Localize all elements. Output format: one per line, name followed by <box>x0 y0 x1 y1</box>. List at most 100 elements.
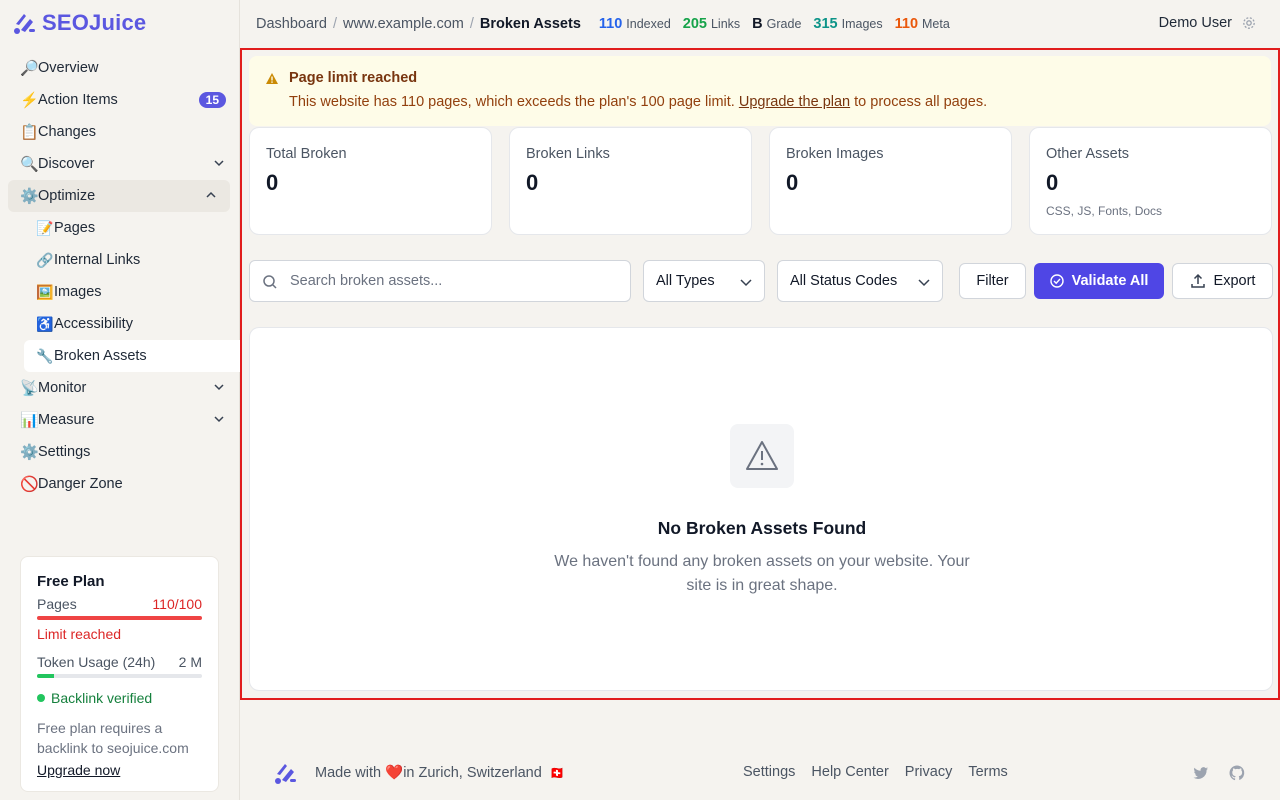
validate-all-label: Validate All <box>1071 273 1149 289</box>
status-code-select[interactable]: All Status Codes <box>777 260 943 302</box>
status-dot-icon <box>37 694 45 702</box>
breadcrumb: Dashboard / www.example.com / Broken Ass… <box>256 16 581 32</box>
footer-link-settings[interactable]: Settings <box>743 764 795 780</box>
swiss-flag-icon: 🇨🇭 <box>549 766 565 780</box>
card-value: 0 <box>526 170 539 195</box>
sidebar-item-settings[interactable]: ⚙️ Settings <box>8 436 238 468</box>
card-value: 0 <box>1046 170 1059 195</box>
sidebar-item-label: Measure <box>38 412 95 428</box>
sidebar-item-action-items[interactable]: ⚡ Action Items 15 <box>8 84 238 116</box>
breadcrumb-dashboard[interactable]: Dashboard <box>256 16 327 32</box>
sidebar-item-pages[interactable]: 📝 Pages <box>36 212 238 244</box>
sidebar-item-accessibility[interactable]: ♿ Accessibility <box>36 308 238 340</box>
footer-link-privacy[interactable]: Privacy <box>905 764 953 780</box>
page-limit-alert: Page limit reached This website has 110 … <box>249 56 1271 126</box>
chevron-down-icon <box>918 279 930 287</box>
footer: Made with ❤️in Zurich, Switzerland 🇨🇭 Se… <box>240 740 1280 800</box>
type-select[interactable]: All Types <box>643 260 765 302</box>
card-label: Broken Images <box>786 146 884 162</box>
stat-value: 110 <box>894 16 919 32</box>
pages-progress-bar <box>37 616 202 620</box>
card-label: Other Assets <box>1046 146 1130 162</box>
search-icon: 🔍 <box>20 156 39 173</box>
warning-triangle-icon <box>746 441 778 470</box>
card-label: Broken Links <box>526 146 610 162</box>
magnifier-icon: 🔎 <box>20 60 39 77</box>
sidebar-item-images[interactable]: 🖼️ Images <box>36 276 238 308</box>
brand-logo[interactable]: SEOJuice <box>12 10 146 36</box>
lightning-icon: ⚡ <box>20 92 39 109</box>
breadcrumb-site[interactable]: www.example.com <box>343 16 464 32</box>
sidebar-item-changes[interactable]: 📋 Changes <box>8 116 238 148</box>
stat-label: Meta <box>922 17 950 31</box>
card-hint: CSS, JS, Fonts, Docs <box>1046 204 1163 218</box>
sidebar-item-monitor[interactable]: 📡 Monitor <box>8 372 238 404</box>
pages-progress-fill <box>37 616 202 620</box>
bar-chart-icon: 📊 <box>20 412 39 429</box>
settings-gear-icon[interactable] <box>1242 16 1256 30</box>
image-icon: 🖼️ <box>36 283 54 300</box>
sidebar-item-danger-zone[interactable]: 🚫 Danger Zone <box>8 468 238 500</box>
token-usage-label: Token Usage (24h) <box>37 654 156 670</box>
clipboard-icon: 📋 <box>20 124 39 141</box>
sidebar-item-internal-links[interactable]: 🔗 Internal Links <box>36 244 238 276</box>
upgrade-plan-link[interactable]: Upgrade the plan <box>739 94 850 110</box>
sidebar-item-discover[interactable]: 🔍 Discover <box>8 148 238 180</box>
sidebar-item-label: Overview <box>38 60 99 76</box>
stat-indexed: 110 Indexed <box>599 16 671 32</box>
backlink-status: Backlink verified <box>37 690 202 706</box>
upgrade-now-link[interactable]: Upgrade now <box>37 762 120 778</box>
sidebar-item-label: Action Items <box>38 92 118 108</box>
alert-message: This website has 110 pages, which exceed… <box>289 94 1255 110</box>
made-with-text: Made with ❤️in Zurich, Switzerland 🇨🇭 <box>315 764 565 781</box>
footer-logo-icon[interactable] <box>272 760 300 786</box>
token-progress-fill <box>37 674 54 678</box>
card-broken-images: Broken Images 0 <box>769 127 1012 235</box>
footer-links: Settings Help Center Privacy Terms <box>743 764 1008 780</box>
card-broken-links: Broken Links 0 <box>509 127 752 235</box>
stat-grade: B Grade <box>752 16 801 32</box>
card-other-assets: Other Assets 0 CSS, JS, Fonts, Docs <box>1029 127 1272 235</box>
heart-icon: ❤️ <box>385 765 404 781</box>
satellite-icon: 📡 <box>20 380 39 397</box>
sidebar-item-optimize[interactable]: ⚙️ Optimize <box>8 180 230 212</box>
sidebar-item-label: Danger Zone <box>38 476 123 492</box>
sidebar-item-overview[interactable]: 🔎 Overview <box>8 52 238 84</box>
token-usage-value: 2 M <box>178 654 202 670</box>
sidebar-item-broken-assets[interactable]: 🔧 Broken Assets <box>24 340 242 372</box>
footer-link-help-center[interactable]: Help Center <box>811 764 888 780</box>
stat-label: Links <box>710 17 741 31</box>
plan-title: Free Plan <box>37 573 105 590</box>
search-input[interactable] <box>290 261 620 301</box>
breadcrumb-current: Broken Assets <box>479 16 581 32</box>
site-stats: 110 Indexed 205 Links B Grade 315 Images 110… <box>599 16 950 32</box>
validate-all-button[interactable]: Validate All <box>1034 263 1164 299</box>
sidebar-nav: 🔎 Overview ⚡ Action Items 15 📋 Changes 🔍… <box>8 52 242 500</box>
stat-value: 315 <box>813 16 838 32</box>
github-icon[interactable] <box>1228 764 1246 782</box>
warning-icon <box>266 73 278 84</box>
footer-link-terms[interactable]: Terms <box>968 764 1007 780</box>
prohibited-icon: 🚫 <box>20 476 39 493</box>
memo-icon: 📝 <box>36 219 54 236</box>
alert-message-text: This website has 110 pages, which exceed… <box>289 94 739 110</box>
search-box <box>249 260 631 302</box>
sidebar-item-label: Accessibility <box>54 316 133 332</box>
type-select-value: All Types <box>656 273 715 289</box>
card-label: Total Broken <box>266 146 347 162</box>
sidebar-item-measure[interactable]: 📊 Measure <box>8 404 238 436</box>
sidebar-item-label: Optimize <box>38 188 96 204</box>
twitter-icon[interactable] <box>1192 764 1210 782</box>
filter-toolbar: All Types All Status Codes Filter Valida… <box>249 260 1275 302</box>
sidebar-item-label: Images <box>54 284 102 300</box>
filter-button[interactable]: Filter <box>959 263 1026 299</box>
top-bar: Dashboard / www.example.com / Broken Ass… <box>240 0 1280 48</box>
stat-value: B <box>752 16 763 32</box>
chevron-up-icon <box>206 191 216 198</box>
export-button[interactable]: Export <box>1172 263 1273 299</box>
stat-links: 205 Links <box>683 16 740 32</box>
stat-images: 315 Images <box>813 16 882 32</box>
pages-value: 110/100 <box>152 596 202 612</box>
user-menu[interactable]: Demo User <box>1159 15 1232 31</box>
pages-usage-row: Pages 110/100 <box>37 596 202 612</box>
